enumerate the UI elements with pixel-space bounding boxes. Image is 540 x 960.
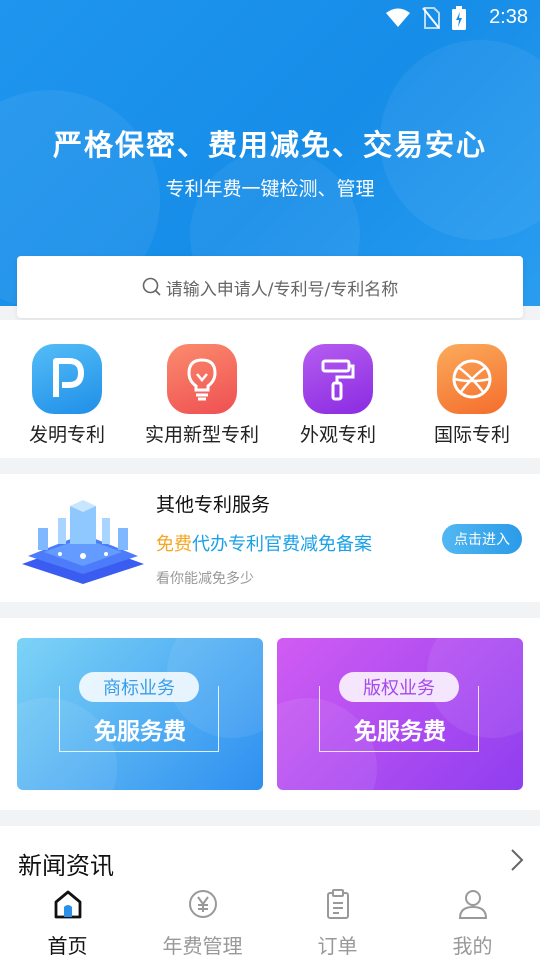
chevron-right-icon[interactable] [510,848,524,872]
promo-banners: 商标业务 免服务费 版权业务 免服务费 [0,618,540,810]
category-international-patent[interactable]: 国际专利 [402,344,540,447]
no-sim-icon [422,7,440,29]
tab-mine[interactable]: 我的 [405,876,540,960]
hero-slogan: 严格保密、费用减免、交易安心 [52,128,487,162]
hero-subslogan: 专利年费一键检测、管理 [165,178,375,200]
home-icon [54,890,81,919]
isometric-server-illustration [22,500,144,584]
free-label: 免费 [156,534,192,555]
lightbulb-icon [167,344,237,414]
search-icon [142,277,161,296]
service-desc-text: 代办专利官费减免备案 [192,534,372,555]
paint-roller-icon [303,344,373,414]
battery-icon [452,6,466,30]
clock: 2:38 [489,6,528,28]
tab-label: 我的 [452,934,493,958]
wifi-icon [386,8,410,27]
p-letter-icon [32,344,102,414]
category-label: 外观专利 [299,424,376,446]
banner-text: 免服务费 [354,719,446,745]
clipboard-icon [326,889,349,919]
banner-text: 免服务费 [94,719,186,745]
copyright-tag: 版权业务 [339,672,459,702]
category-label: 发明专利 [28,424,105,446]
trademark-banner[interactable]: 商标业务 免服务费 [17,638,263,790]
basketball-icon [437,344,507,414]
tab-home[interactable]: 首页 [0,876,135,960]
service-description: 免费代办专利官费减免备案 [156,530,372,556]
service-hint: 看你能减免多少 [156,571,254,587]
service-title: 其他专利服务 [156,494,271,516]
enter-button[interactable]: 点击进入 [442,524,522,554]
category-label: 实用新型专利 [144,424,259,446]
tab-label: 年费管理 [162,934,243,958]
bottom-tab-bar: 首页 年费管理 订单 我的 [0,876,540,960]
search-placeholder: 请输入申请人/专利号/专利名称 [165,279,399,300]
copyright-banner[interactable]: 版权业务 免服务费 [277,638,523,790]
user-icon [458,890,487,919]
category-label: 国际专利 [433,424,510,446]
tab-label: 订单 [317,934,358,958]
category-utility-model-patent[interactable]: 实用新型专利 [132,344,272,447]
tab-orders[interactable]: 订单 [270,876,405,960]
yen-icon [188,890,217,918]
status-bar: 2:38 [0,0,540,36]
tab-annual-fee[interactable]: 年费管理 [135,876,270,960]
search-bar[interactable]: 请输入申请人/专利号/专利名称 [17,256,523,318]
other-service-card[interactable]: 其他专利服务 免费代办专利官费减免备案 看你能减免多少 点击进入 [0,474,540,602]
trademark-tag: 商标业务 [79,672,199,702]
category-grid: 发明专利 实用新型专利 外观专利 国际专利 [0,320,540,458]
category-design-patent[interactable]: 外观专利 [268,344,408,447]
status-icons [386,6,466,30]
tab-label: 首页 [47,934,88,958]
category-invention-patent[interactable]: 发明专利 [0,344,137,447]
